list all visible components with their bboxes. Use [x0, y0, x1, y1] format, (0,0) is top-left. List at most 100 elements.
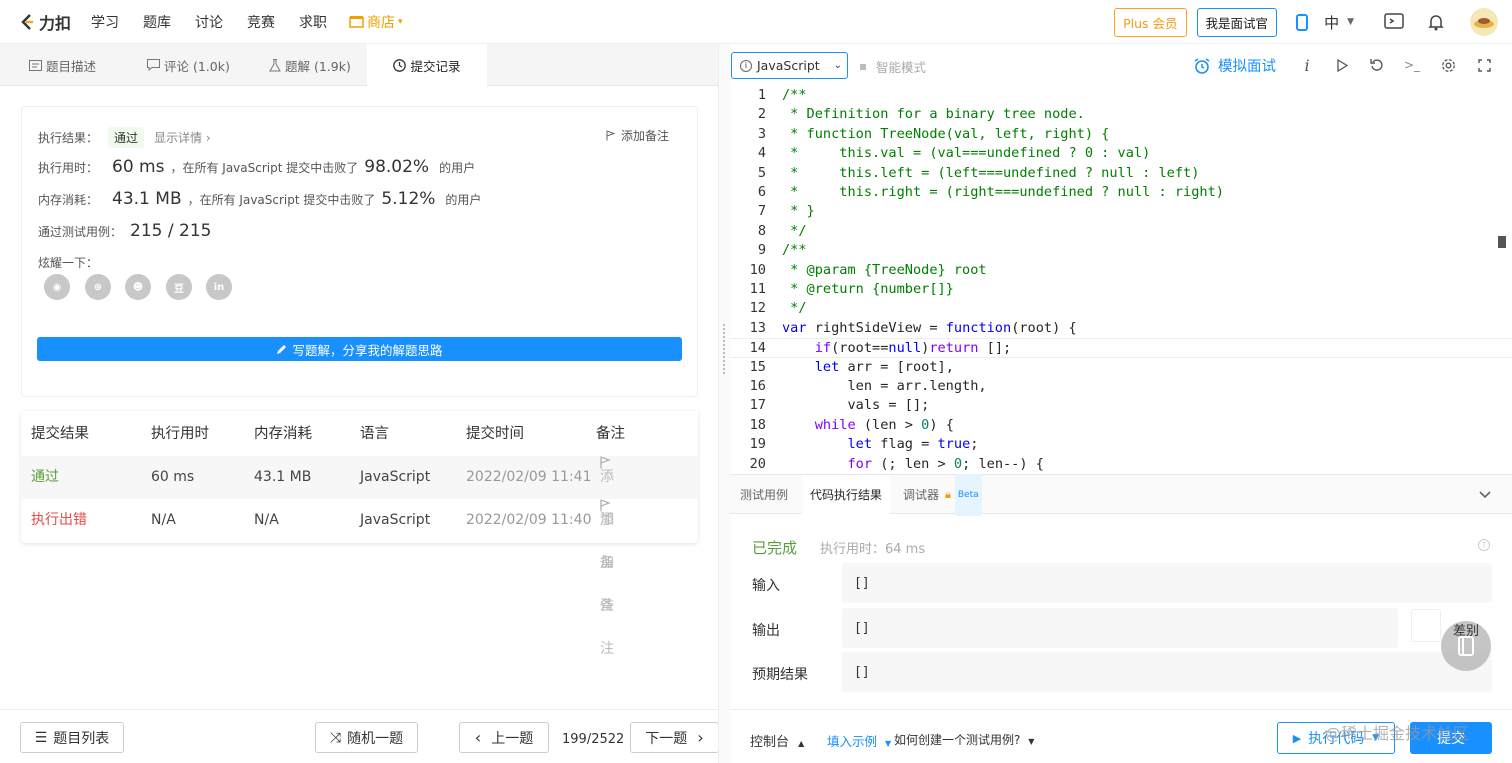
play-icon[interactable] — [1333, 56, 1351, 74]
notification-bell-icon[interactable] — [1426, 12, 1446, 32]
linkedin-icon[interactable]: in — [206, 274, 232, 300]
tab-testcase[interactable]: 测试用例 — [740, 475, 788, 515]
settings-gear-icon[interactable] — [1439, 56, 1457, 74]
code-token: (root== — [831, 340, 889, 357]
help-icon[interactable]: ? — [1478, 539, 1490, 551]
tab-description[interactable]: 题目描述 — [29, 44, 96, 86]
code-line[interactable]: 7 * } — [730, 202, 1512, 221]
splitter-handle[interactable] — [723, 324, 725, 374]
language-select[interactable]: i JavaScript ⌄ — [731, 52, 848, 79]
qq-icon[interactable]: ☻ — [125, 274, 151, 300]
code-line[interactable]: 5 * this.left = (left===undefined ? null… — [730, 164, 1512, 183]
top-navbar: 力扣 学习 题库 讨论 竞赛 求职 商店 ▾ Plus 会员 我是面试官 中 ▼ — [0, 0, 1512, 44]
result-status-row: 执行结果： 通过 显示详情 › — [38, 127, 211, 148]
code-line[interactable]: 15 let arr = [root], — [730, 358, 1512, 377]
douban-icon[interactable]: 豆 — [166, 274, 192, 300]
code-line[interactable]: 17 vals = []; — [730, 396, 1512, 415]
nav-discuss[interactable]: 讨论 — [195, 12, 223, 32]
tab-solutions[interactable]: 题解 (1.9k) — [269, 44, 351, 86]
code-line[interactable]: 12 */ — [730, 299, 1512, 318]
row-result[interactable]: 执行出错 — [31, 499, 87, 542]
code-line[interactable]: 6 * this.right = (right===undefined ? nu… — [730, 183, 1512, 202]
problem-nav-bar: ☰ 题目列表 ⤨ 随机一题 ‹ 上一题 199/2522 下一题 › — [0, 709, 719, 763]
code-line[interactable]: 8 */ — [730, 222, 1512, 241]
editor-scrollbar-thumb[interactable] — [1498, 236, 1506, 248]
code-line[interactable]: 16 len = arr.length, — [730, 377, 1512, 396]
runtime-value: 60 ms — [112, 157, 165, 177]
row-submit-time: 2022/02/09 11:40 — [466, 512, 592, 528]
diff-toggle[interactable] — [1411, 609, 1441, 642]
howto-testcase-link[interactable]: 如何创建一个测试用例? ▼ — [894, 731, 1034, 748]
code-text: len = arr.length, — [782, 377, 986, 396]
language-switch[interactable]: 中 ▼ — [1324, 12, 1354, 33]
mock-interview-button[interactable]: 模拟面试 — [1194, 55, 1276, 76]
tab-comments[interactable]: 评论 (1.0k) — [147, 44, 230, 86]
code-line[interactable]: 19 let flag = true; — [730, 435, 1512, 454]
code-line[interactable]: 1 /** — [730, 86, 1512, 105]
row-add-note-button[interactable]: 添加备注 — [600, 456, 617, 614]
code-token: function — [945, 319, 1012, 336]
nav-jobs[interactable]: 求职 — [299, 12, 327, 32]
clock-icon — [393, 58, 407, 72]
terminal-icon[interactable]: >_ — [1403, 56, 1421, 74]
code-line[interactable]: 4 * this.val = (val===undefined ? 0 : va… — [730, 144, 1512, 163]
playground-icon[interactable] — [1384, 12, 1404, 32]
code-editor[interactable]: 1 /** 2 * Definition for a binary tree nod… — [730, 86, 1512, 474]
code-line[interactable]: 10 * @param {TreeNode} root — [730, 261, 1512, 280]
code-line[interactable]: 14 if(root==null)return []; — [730, 338, 1512, 358]
code-line[interactable]: 2 * Definition for a binary tree node. — [730, 105, 1512, 124]
collapse-chevron-icon[interactable] — [1478, 486, 1492, 500]
tab-submissions[interactable]: 提交记录 — [367, 44, 487, 86]
fullscreen-icon[interactable] — [1475, 56, 1493, 74]
table-row[interactable]: 通过 60 ms 43.1 MB JavaScript 2022/02/09 1… — [21, 456, 698, 614]
prev-problem-button[interactable]: ‹ 上一题 — [459, 722, 549, 753]
testcases-row: 通过测试用例： 215 / 215 — [38, 221, 217, 241]
code-line[interactable]: 11 * @return {number[]} — [730, 280, 1512, 299]
code-line[interactable]: 13 var rightSideView = function(root) { — [730, 319, 1512, 338]
table-row[interactable]: 执行出错 N/A N/A JavaScript 2022/02/09 11:40… — [21, 499, 698, 657]
plus-membership-button[interactable]: Plus 会员 — [1114, 7, 1187, 37]
random-problem-button[interactable]: ⤨ 随机一题 — [315, 722, 418, 753]
smart-mode-toggle[interactable]: 智能模式 — [860, 57, 926, 76]
info-italic-icon[interactable]: i — [1298, 56, 1316, 75]
nav-shop[interactable]: 商店 ▾ — [349, 12, 403, 32]
row-result[interactable]: 通过 — [31, 456, 59, 499]
code-line[interactable]: 9 /** — [730, 241, 1512, 260]
interviewer-button[interactable]: 我是面试官 — [1196, 7, 1278, 37]
code-line[interactable]: 18 while (len > 0) { — [730, 416, 1512, 435]
nav-contest[interactable]: 竞赛 — [247, 12, 275, 32]
avatar[interactable] — [1470, 8, 1498, 36]
runtime-text: ，在所有 JavaScript 提交中击败了 — [170, 161, 359, 175]
logo-text: 力扣 — [39, 13, 72, 33]
testcases-label: 通过测试用例： — [38, 225, 123, 239]
tab-run-result[interactable]: 代码执行结果 — [802, 475, 891, 515]
write-solution-button[interactable]: 写题解，分享我的解题思路 — [37, 337, 682, 361]
reset-icon[interactable] — [1368, 56, 1386, 74]
next-problem-button[interactable]: 下一题 › — [630, 722, 719, 753]
code-line[interactable]: 3 * function TreeNode(val, left, right) … — [730, 125, 1512, 144]
nav-learn[interactable]: 学习 — [91, 12, 119, 32]
row-runtime: N/A — [151, 512, 176, 528]
code-text: var rightSideView = function(root) { — [782, 319, 1077, 338]
code-text: let arr = [root], — [782, 358, 954, 377]
code-line[interactable]: 20 for (; len > 0; len--) { — [730, 455, 1512, 474]
wechat-icon[interactable]: ◉ — [44, 274, 70, 300]
panel-splitter[interactable] — [718, 44, 730, 763]
weibo-icon[interactable]: ⊛ — [85, 274, 111, 300]
output-label: 输出 — [752, 623, 780, 639]
tab-debugger[interactable]: 调试器 🔒︎ Beta — [903, 474, 982, 516]
memory-label: 内存消耗： — [38, 193, 99, 207]
nav-problems[interactable]: 题库 — [143, 12, 171, 32]
logo[interactable]: 力扣 — [18, 10, 71, 34]
mobile-icon[interactable] — [1292, 12, 1312, 32]
show-details-link[interactable]: 显示详情 › — [154, 129, 211, 146]
add-note-button[interactable]: 添加备注 — [606, 127, 669, 144]
code-text: * @return {number[]} — [782, 280, 954, 299]
problem-list-button[interactable]: ☰ 题目列表 — [20, 722, 124, 753]
runtime-row: 执行用时： 60 ms ，在所有 JavaScript 提交中击败了 98.02… — [38, 157, 475, 177]
fill-example-button[interactable]: 填入示例 ▼ — [827, 731, 891, 750]
code-token: * this.right = (right===undefined ? null… — [782, 184, 1224, 200]
console-toggle-button[interactable]: 控制台 ▲ — [750, 731, 804, 750]
code-token: var — [782, 319, 807, 336]
row-add-note-button[interactable]: 添加备注 — [600, 499, 617, 657]
